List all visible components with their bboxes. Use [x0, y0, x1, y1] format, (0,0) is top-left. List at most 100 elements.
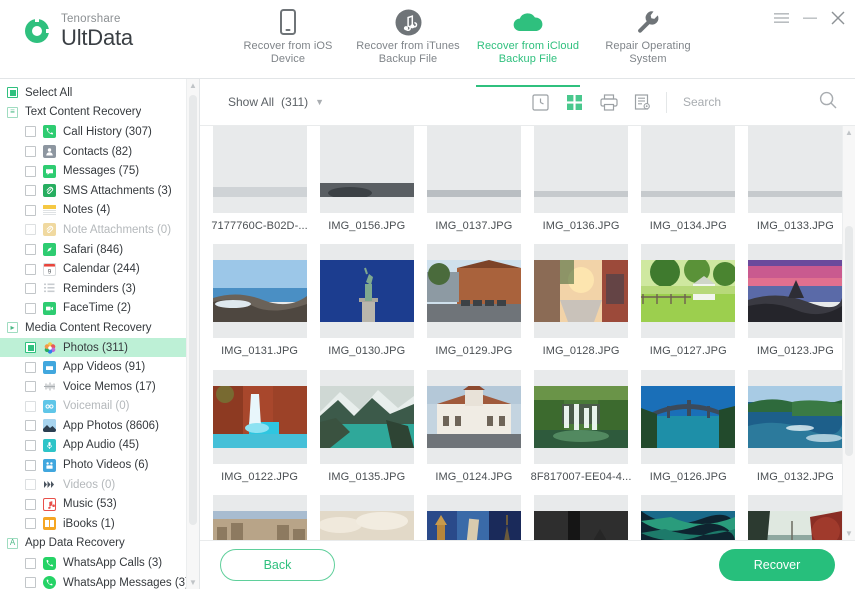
item-checkbox[interactable] [25, 342, 36, 354]
item-checkbox[interactable] [25, 224, 36, 236]
export-settings-icon[interactable] [633, 93, 652, 112]
item-checkbox[interactable] [25, 361, 36, 373]
sidebar-item-contacts[interactable]: Contacts (82) [0, 142, 199, 162]
sidebar-item-app-photos[interactable]: App Photos (8606) [0, 416, 199, 436]
grid-scrollbar-thumb[interactable] [845, 226, 853, 456]
grid-item[interactable]: IMG_0130.JPG [313, 234, 420, 360]
expand-toggle-icon[interactable]: ▸ [7, 322, 18, 334]
expand-toggle-icon[interactable]: ≡ [7, 106, 18, 118]
item-checkbox[interactable] [25, 146, 36, 158]
grid-item[interactable]: IMG_0156.JPG [313, 126, 420, 234]
tab-recover-from-icloud-backup[interactable]: Recover from iCloud Backup File [468, 8, 588, 87]
sidebar-item-photo-videos[interactable]: Photo Videos (6) [0, 455, 199, 475]
item-checkbox[interactable] [25, 459, 36, 471]
grid-item[interactable]: IMG_1041.JPG [527, 485, 634, 540]
grid-item[interactable]: IMG_1043.JPG [313, 485, 420, 540]
search-input[interactable] [683, 95, 813, 109]
scroll-down-icon[interactable]: ▼ [187, 576, 199, 589]
sidebar-scrollbar-thumb[interactable] [189, 95, 197, 525]
sidebar-item-call-history[interactable]: Call History (307) [0, 122, 199, 142]
grid-item[interactable]: 7177760C-B02D-... [206, 126, 313, 234]
item-checkbox[interactable] [25, 479, 36, 491]
item-checkbox[interactable] [25, 302, 36, 314]
grid-item[interactable]: IMG_1044.JPG [206, 485, 313, 540]
item-checkbox[interactable] [25, 577, 36, 589]
grid-item[interactable]: IMG_0134.JPG [635, 126, 742, 234]
recover-button[interactable]: Recover [719, 549, 835, 581]
select-all-checkbox[interactable] [7, 87, 18, 99]
grid-item[interactable]: IMG_0136.JPG [527, 126, 634, 234]
tab-recover-from-ios-device[interactable]: Recover from iOS Device [228, 8, 348, 78]
sidebar-item-facetime[interactable]: FaceTime (2) [0, 299, 199, 319]
grid-item[interactable]: IMG_0127.JPG [635, 234, 742, 360]
grid-item[interactable]: IMG_1042.JPG [420, 485, 527, 540]
grid-item[interactable]: IMG_0124.JPG [420, 359, 527, 485]
scroll-up-icon[interactable]: ▲ [843, 126, 855, 139]
sidebar-item-voice-memos[interactable]: Voice Memos (17) [0, 377, 199, 397]
grid-item[interactable]: 8F817007-EE04-4... [527, 359, 634, 485]
item-checkbox[interactable] [25, 400, 36, 412]
item-checkbox[interactable] [25, 283, 36, 295]
sidebar-group-app-data-recovery[interactable]: A App Data Recovery [0, 534, 199, 554]
grid-item[interactable]: IMG_0137.JPG [420, 126, 527, 234]
close-icon[interactable] [830, 10, 845, 25]
sidebar-item-app-audio[interactable]: App Audio (45) [0, 436, 199, 456]
grid-item[interactable]: IMG_0126.JPG [635, 359, 742, 485]
search-box[interactable] [683, 95, 813, 109]
item-checkbox[interactable] [25, 439, 36, 451]
sidebar-item-messages[interactable]: Messages (75) [0, 161, 199, 181]
item-checkbox[interactable] [25, 204, 36, 216]
sidebar-group-media-content-recovery[interactable]: ▸ Media Content Recovery [0, 318, 199, 338]
sidebar-item-photos[interactable]: Photos (311) [0, 337, 199, 358]
minimize-icon[interactable] [802, 10, 817, 25]
item-checkbox[interactable] [25, 244, 36, 256]
grid-item[interactable]: IMG_0129.JPG [420, 234, 527, 360]
item-checkbox[interactable] [25, 420, 36, 432]
sidebar-select-all[interactable]: Select All [0, 83, 199, 103]
tab-repair-operating-system[interactable]: Repair Operating System [588, 8, 708, 78]
chevron-down-icon[interactable]: ▼ [315, 97, 324, 107]
scroll-up-icon[interactable]: ▲ [187, 79, 199, 92]
tab-recover-from-itunes-backup[interactable]: Recover from iTunes Backup File [348, 8, 468, 78]
grid-item[interactable]: IMG_0131.JPG [206, 234, 313, 360]
grid-item[interactable]: IMG_0122.JPG [206, 359, 313, 485]
item-checkbox[interactable] [25, 498, 36, 510]
sidebar-item-note-attachments[interactable]: Note Attachments (0) [0, 220, 199, 240]
item-checkbox[interactable] [25, 185, 36, 197]
print-icon[interactable] [599, 93, 618, 112]
grid-view-icon[interactable] [565, 93, 584, 112]
grid-item[interactable]: IMG_0133.JPG [742, 126, 849, 234]
item-checkbox[interactable] [25, 126, 36, 138]
item-checkbox[interactable] [25, 165, 36, 177]
menu-icon[interactable] [774, 10, 789, 25]
sidebar-item-sms-attachments[interactable]: SMS Attachments (3) [0, 181, 199, 201]
sidebar-item-calendar[interactable]: 9 Calendar (244) [0, 259, 199, 279]
sidebar-item-videos[interactable]: Videos (0) [0, 475, 199, 495]
sidebar-item-whatsapp-calls[interactable]: WhatsApp Calls (3) [0, 553, 199, 573]
photo-grid-scroll-area[interactable]: 7177760C-B02D-... IMG_0156.JPG IMG_0137.… [200, 126, 855, 540]
sidebar-item-music[interactable]: Music (53) [0, 494, 199, 514]
time-icon[interactable] [531, 93, 550, 112]
grid-item[interactable]: IMG_0123.JPG [742, 234, 849, 360]
sidebar-scrollbar[interactable]: ▲ ▼ [186, 79, 199, 589]
item-checkbox[interactable] [25, 381, 36, 393]
grid-item[interactable]: IMG_0135.JPG [313, 359, 420, 485]
sidebar-item-notes[interactable]: Notes (4) [0, 201, 199, 221]
sidebar-item-whatsapp-messages[interactable]: WhatsApp Messages (3) [0, 573, 199, 589]
back-button[interactable]: Back [220, 549, 335, 581]
grid-item[interactable]: IMG_1039.JPG [742, 485, 849, 540]
show-all-dropdown[interactable]: Show All (311) ▼ [228, 95, 324, 109]
sidebar-group-text-content-recovery[interactable]: ≡ Text Content Recovery [0, 103, 199, 123]
grid-scrollbar[interactable]: ▲ ▼ [842, 126, 855, 540]
sidebar-item-voicemail[interactable]: Voicemail (0) [0, 397, 199, 417]
grid-item[interactable]: IMG_1040.JPG [635, 485, 742, 540]
sidebar-item-safari[interactable]: Safari (846) [0, 240, 199, 260]
grid-item[interactable]: IMG_0128.JPG [527, 234, 634, 360]
item-checkbox[interactable] [25, 518, 36, 530]
search-icon[interactable] [819, 91, 837, 114]
scroll-down-icon[interactable]: ▼ [843, 527, 855, 540]
grid-item[interactable]: IMG_0132.JPG [742, 359, 849, 485]
expand-toggle-icon[interactable]: A [7, 537, 18, 549]
item-checkbox[interactable] [25, 263, 36, 275]
sidebar-item-ibooks[interactable]: iBooks (1) [0, 514, 199, 534]
